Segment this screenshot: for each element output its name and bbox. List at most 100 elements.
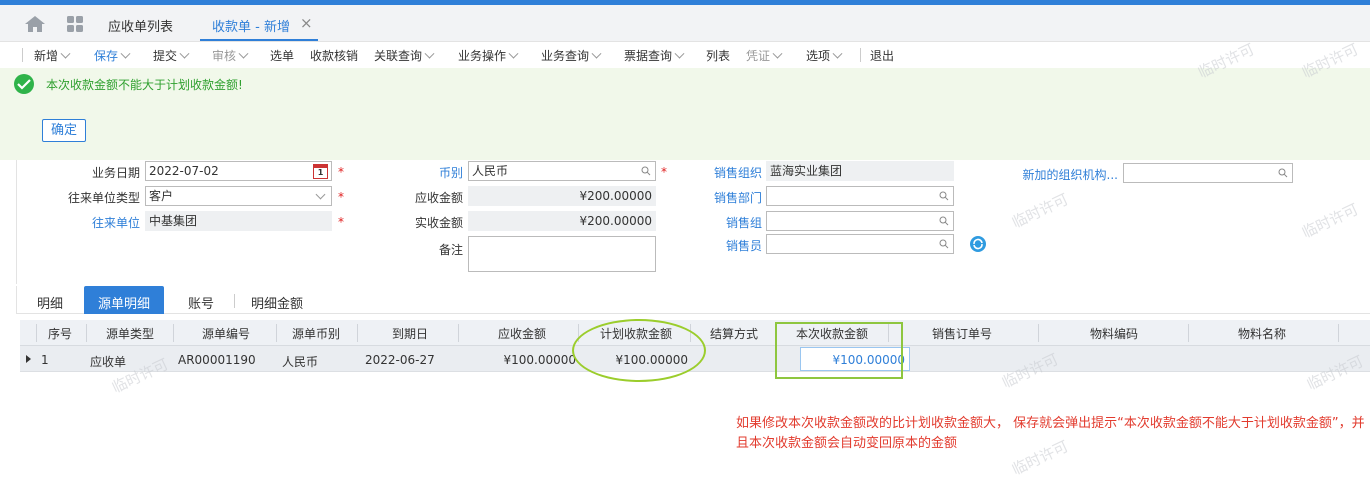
search-icon[interactable] (939, 239, 949, 249)
submit-button[interactable]: 提交 (153, 47, 190, 64)
toolbar: 新增 保存 提交 审核 选单 收款核销 关联查询 业务操作 业务查询 票据查询 … (0, 42, 1370, 68)
chevron-down-icon (772, 48, 783, 59)
refresh-icon[interactable] (970, 236, 986, 252)
tab-receivable-list[interactable]: 应收单列表 (108, 16, 173, 35)
salesman-field[interactable] (766, 234, 954, 254)
save-button[interactable]: 保存 (94, 47, 131, 64)
unit-type-select[interactable]: 客户 (145, 186, 332, 206)
row-pointer-icon (26, 355, 31, 363)
select-bill-button[interactable]: 选单 (270, 47, 294, 64)
audit-label: 审核 (212, 49, 237, 63)
exit-button[interactable]: 退出 (870, 47, 894, 64)
cell-source-no: AR00001190 (178, 353, 256, 367)
writeoff-button[interactable]: 收款核销 (310, 47, 358, 64)
chevron-down-icon (424, 48, 435, 59)
tab-account[interactable]: 账号 (188, 293, 214, 312)
col-due-date: 到期日 (392, 327, 429, 341)
remark-label: 备注 (438, 243, 463, 257)
options-label: 选项 (806, 49, 831, 63)
unit-label[interactable]: 往来单位 (60, 214, 140, 231)
business-query-button[interactable]: 业务查询 (541, 47, 602, 64)
unit-type-value: 客户 (149, 189, 174, 203)
chevron-down-icon (120, 48, 131, 59)
chevron-down-icon (238, 48, 249, 59)
sales-dept-label[interactable]: 销售部门 (690, 189, 762, 206)
column-divider (173, 324, 174, 342)
sales-org-label[interactable]: 销售组织 (690, 164, 762, 181)
tab-detail-amount[interactable]: 明细金额 (251, 293, 303, 312)
cell-receivable: ¥100.00000 (503, 353, 576, 367)
list-button[interactable]: 列表 (706, 47, 730, 64)
actual-field: ¥200.00000 (468, 211, 656, 231)
bill-query-button[interactable]: 票据查询 (624, 47, 685, 64)
column-divider (36, 324, 37, 342)
biz-date-label: 业务日期 (91, 166, 140, 180)
receivable-label: 应收金额 (414, 191, 463, 205)
related-query-label: 关联查询 (374, 49, 423, 63)
column-divider (276, 324, 277, 342)
new-button[interactable]: 新增 (34, 47, 71, 64)
home-icon[interactable] (24, 15, 46, 33)
chevron-down-icon (832, 48, 843, 59)
close-tab-icon[interactable]: × (300, 14, 313, 32)
col-material-code: 物料编码 (1090, 327, 1139, 341)
calendar-icon[interactable]: 1 (313, 164, 328, 179)
sales-dept-field[interactable] (766, 186, 954, 206)
detail-tabs: 明细 源单明细 账号 明细金额 (16, 286, 1370, 314)
tab-receipt-new[interactable]: 收款单 - 新增 (212, 16, 290, 35)
toolbar-divider (860, 48, 861, 62)
voucher-button[interactable]: 凭证 (746, 47, 783, 64)
cell-due-date: 2022-06-27 (365, 353, 435, 367)
confirm-button[interactable]: 确定 (42, 119, 86, 142)
sales-group-label[interactable]: 销售组 (690, 214, 762, 231)
tab-source-detail[interactable]: 源单明细 (84, 286, 165, 314)
cell-source-type: 应收单 (90, 355, 127, 369)
business-query-label: 业务查询 (541, 49, 590, 63)
new-org-label[interactable]: 新加的组织机构... (1000, 166, 1118, 183)
sales-group-field[interactable] (766, 211, 954, 231)
col-sales-order: 销售订单号 (932, 327, 993, 341)
required-mark: * (338, 190, 344, 204)
business-ops-button[interactable]: 业务操作 (458, 47, 519, 64)
chevron-down-icon (60, 48, 71, 59)
search-icon[interactable] (641, 166, 651, 176)
save-label: 保存 (94, 49, 119, 63)
column-divider (86, 324, 87, 342)
business-ops-label: 业务操作 (458, 49, 507, 63)
audit-button[interactable]: 审核 (212, 47, 249, 64)
currency-field[interactable]: 人民币 (468, 161, 656, 181)
column-divider (357, 324, 358, 342)
col-receivable: 应收金额 (498, 327, 547, 341)
salesman-label[interactable]: 销售员 (690, 237, 762, 254)
unit-field[interactable]: 中基集团 (145, 211, 332, 231)
related-query-button[interactable]: 关联查询 (374, 47, 435, 64)
success-message-panel: 本次收款金额不能大于计划收款金额! 确定 (0, 68, 1370, 160)
col-material-name: 物料名称 (1238, 327, 1287, 341)
column-divider (1338, 324, 1339, 342)
apps-grid-icon[interactable] (66, 15, 84, 33)
highlight-rectangle (775, 322, 903, 379)
col-seq: 序号 (48, 327, 73, 341)
new-label: 新增 (34, 49, 59, 63)
col-source-type: 源单类型 (106, 327, 155, 341)
search-icon[interactable] (1278, 168, 1288, 178)
required-mark: * (661, 165, 667, 179)
search-icon[interactable] (939, 191, 949, 201)
sales-org-field[interactable]: 蓝海实业集团 (766, 161, 954, 181)
receivable-field: ¥200.00000 (468, 186, 656, 206)
remark-textarea[interactable] (468, 236, 656, 272)
col-source-no: 源单编号 (202, 327, 251, 341)
currency-value: 人民币 (472, 164, 509, 178)
chevron-down-icon (591, 48, 602, 59)
options-button[interactable]: 选项 (806, 47, 843, 64)
chevron-down-icon (315, 189, 326, 200)
tab-detail[interactable]: 明细 (37, 293, 63, 312)
currency-label[interactable]: 币别 (400, 164, 463, 181)
new-org-field[interactable] (1123, 163, 1293, 183)
col-settle-method: 结算方式 (710, 327, 759, 341)
cell-seq: 1 (41, 353, 49, 367)
submit-label: 提交 (153, 49, 178, 63)
required-mark: * (338, 215, 344, 229)
biz-date-field[interactable]: 2022-07-02 1 (145, 161, 332, 181)
search-icon[interactable] (939, 216, 949, 226)
